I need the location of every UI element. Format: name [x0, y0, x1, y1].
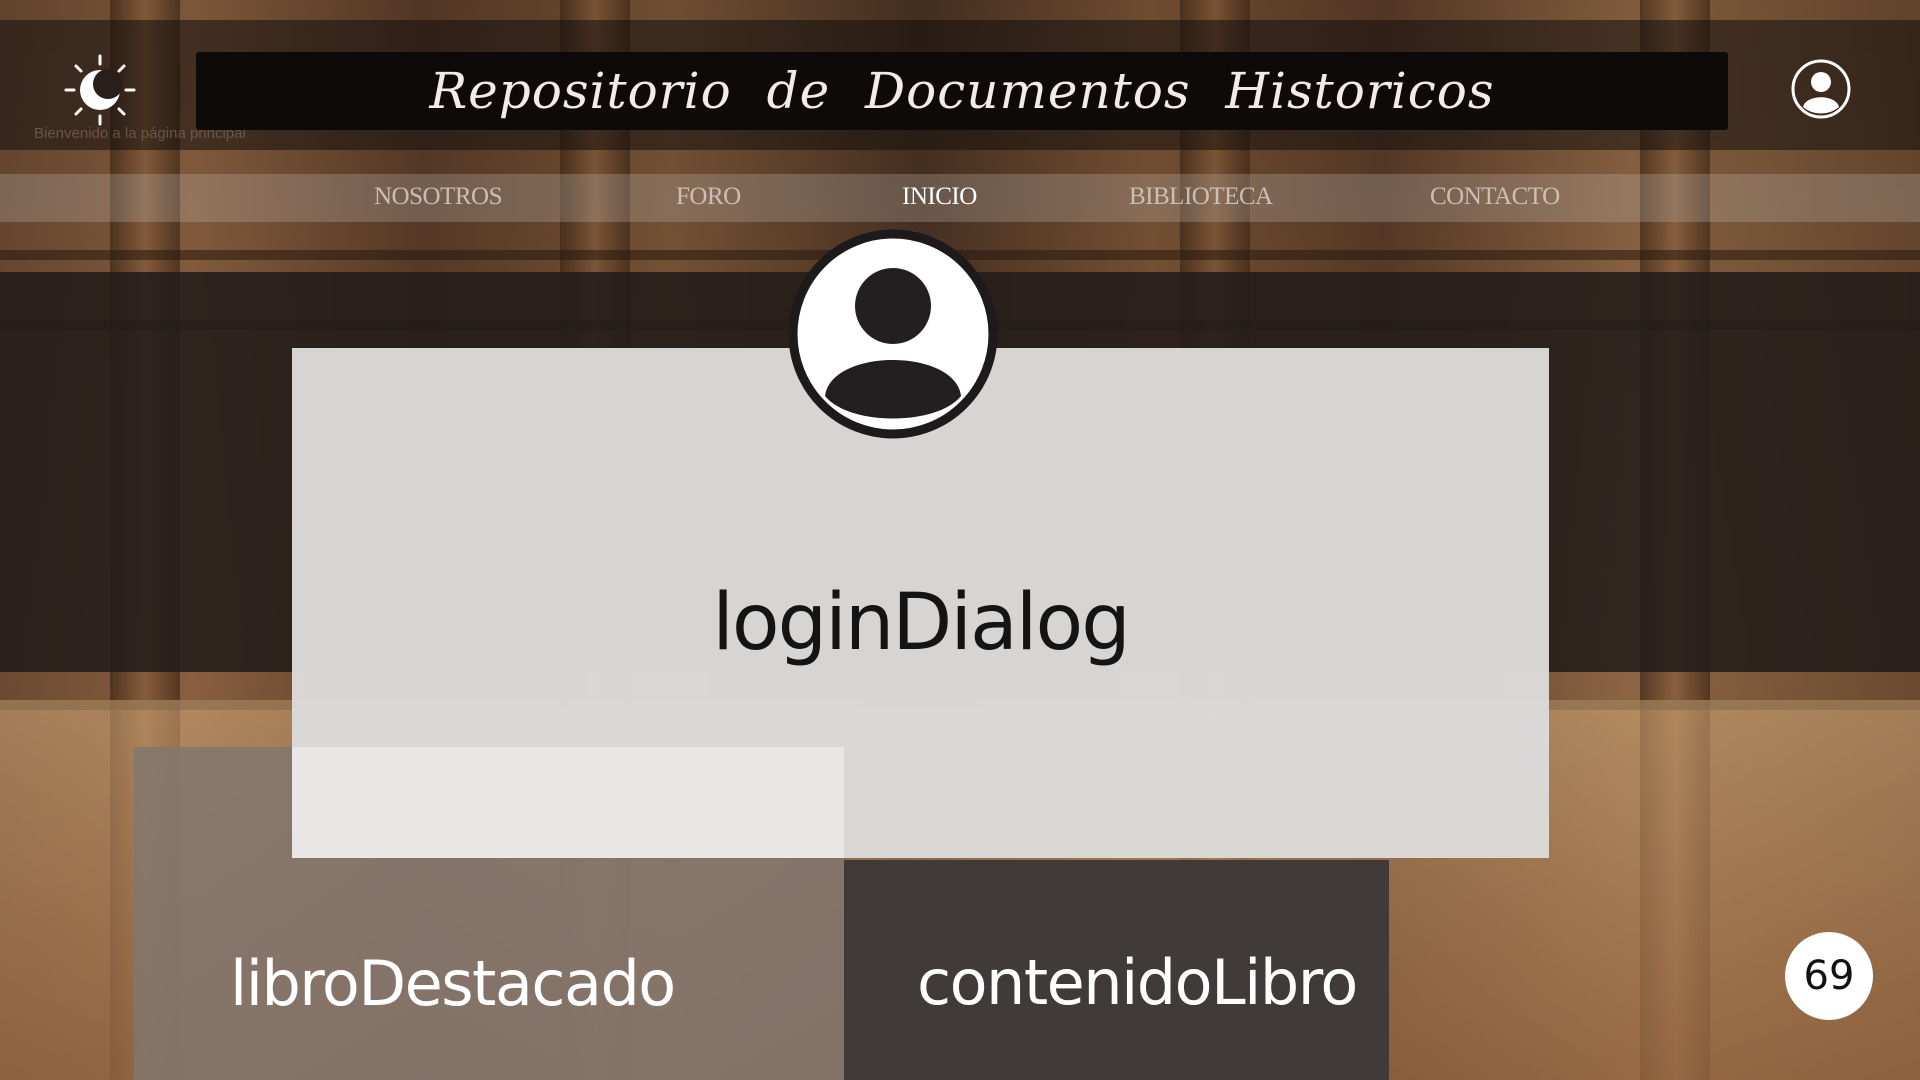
book-content-panel[interactable]: contenidoLibro [844, 860, 1389, 1080]
user-profile-button[interactable] [1790, 58, 1852, 120]
book-content-label: contenidoLibro [917, 946, 1358, 1019]
featured-book-label: libroDestacado [230, 947, 676, 1020]
title-bar: Repositorio de Documentos Historicos [196, 52, 1728, 130]
page-number-badge: 69 [1785, 932, 1873, 1020]
nav-item-biblioteca[interactable]: BIBLIOTECA [1129, 183, 1273, 211]
login-dialog-inset [292, 747, 844, 858]
theme-toggle-button[interactable] [60, 50, 140, 130]
nav-item-foro[interactable]: FORO [676, 183, 741, 211]
user-avatar-icon [788, 229, 998, 439]
login-dialog-label: loginDialog [712, 578, 1130, 668]
login-avatar[interactable] [787, 228, 999, 440]
nav-item-contacto[interactable]: CONTACTO [1430, 183, 1560, 211]
sun-moon-icon [64, 54, 136, 126]
user-circle-icon [1791, 59, 1851, 119]
page-title: Repositorio de Documentos Historicos [429, 62, 1495, 120]
nav-item-nosotros[interactable]: NOSOTROS [374, 183, 502, 211]
nav-item-inicio[interactable]: INICIO [902, 183, 977, 211]
